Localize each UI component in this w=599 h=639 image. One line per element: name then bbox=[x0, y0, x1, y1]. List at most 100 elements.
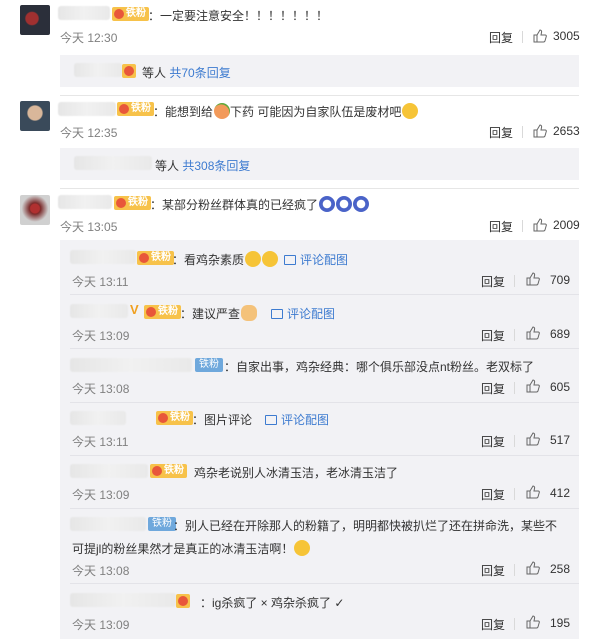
reply-time: 今天 13:08 bbox=[72, 564, 130, 578]
replies-summary-box: 等人 共308条回复 bbox=[60, 148, 579, 180]
reply-text: ：ig杀疯了 × 鸡杂杀疯了 ✓ bbox=[200, 596, 345, 610]
thumbs-up-icon[interactable] bbox=[526, 379, 540, 393]
divider bbox=[514, 488, 515, 500]
reply-text: ：看鸡杂素质 bbox=[172, 251, 279, 268]
fan-badge: 铁粉 bbox=[112, 7, 149, 21]
divider bbox=[70, 294, 579, 295]
crazy-face-emoji-icon bbox=[319, 196, 336, 212]
thumbs-up-icon[interactable] bbox=[526, 326, 540, 340]
fan-badge: 铁粉 bbox=[137, 251, 174, 265]
crazy-face-emoji-icon bbox=[336, 196, 353, 212]
thumbs-up-icon[interactable] bbox=[526, 561, 540, 575]
like-count: 412 bbox=[550, 486, 571, 500]
crying-face-emoji-icon bbox=[245, 251, 262, 267]
comment-text-part1: ：能想到给 bbox=[153, 105, 214, 119]
divider bbox=[70, 583, 579, 584]
reply-button[interactable]: 回复 bbox=[481, 273, 505, 290]
summary-prefix: 等人 bbox=[155, 159, 183, 173]
divider bbox=[514, 382, 515, 394]
reply-button[interactable]: 回复 bbox=[481, 616, 505, 633]
username[interactable] bbox=[70, 464, 148, 478]
reply-text-line2: 可提jl的粉丝果然才是真正的冰清玉洁啊！ bbox=[72, 540, 311, 557]
divider bbox=[514, 329, 515, 341]
reply-time: 今天 13:11 bbox=[72, 435, 129, 449]
like-count: 258 bbox=[550, 562, 571, 576]
nested-replies-box: 铁粉 ：看鸡杂素质 评论配图 今天 13:11 回复 709 V 铁粉 ：建议严… bbox=[60, 240, 579, 639]
divider bbox=[70, 348, 579, 349]
username[interactable] bbox=[70, 593, 176, 607]
avatar[interactable] bbox=[20, 195, 50, 225]
reply-button[interactable]: 回复 bbox=[489, 29, 513, 46]
comment-image-link[interactable]: 评论配图 bbox=[284, 251, 348, 268]
username[interactable] bbox=[58, 102, 116, 116]
avatar[interactable] bbox=[20, 5, 50, 35]
comment-time: 今天 13:05 bbox=[60, 220, 118, 234]
comment-text: ：能想到给 下药 可能因为自家队伍是废材吧 bbox=[153, 103, 419, 120]
thumbs-up-icon[interactable] bbox=[526, 615, 540, 629]
username[interactable] bbox=[70, 358, 192, 372]
divider bbox=[522, 220, 523, 232]
summary-prefix: 等人 bbox=[142, 66, 170, 80]
reply-button[interactable]: 回复 bbox=[481, 486, 505, 503]
divider bbox=[60, 188, 579, 189]
reply-text-content: 可提jl的粉丝果然才是真正的冰清玉洁啊！ bbox=[72, 542, 294, 556]
divider bbox=[514, 435, 515, 447]
comment-image-link[interactable]: 评论配图 bbox=[265, 411, 329, 428]
comment-text-part1: ：某部分粉丝群体真的已经疯了 bbox=[150, 198, 319, 212]
username[interactable] bbox=[70, 517, 146, 531]
reply-button[interactable]: 回复 bbox=[481, 562, 505, 579]
replies-summary-box: 等人 共70条回复 bbox=[60, 55, 579, 87]
divider bbox=[514, 564, 515, 576]
crying-face-emoji-icon bbox=[262, 251, 279, 267]
divider bbox=[60, 95, 579, 96]
thumbs-up-icon[interactable] bbox=[526, 272, 540, 286]
username[interactable] bbox=[74, 63, 122, 77]
view-replies-link[interactable]: 共308条回复 bbox=[182, 159, 250, 173]
reply-time: 今天 13:09 bbox=[72, 329, 130, 343]
fan-badge: 铁粉 bbox=[114, 196, 151, 210]
reply-time: 今天 13:09 bbox=[72, 488, 130, 502]
username[interactable] bbox=[70, 250, 136, 264]
username[interactable] bbox=[74, 156, 152, 170]
reply-button[interactable]: 回复 bbox=[481, 327, 505, 344]
username[interactable] bbox=[70, 411, 126, 425]
reply-button[interactable]: 回复 bbox=[489, 218, 513, 235]
comment-image-label: 评论配图 bbox=[300, 253, 349, 267]
image-icon bbox=[271, 309, 283, 319]
username[interactable] bbox=[58, 195, 112, 209]
comment-image-link[interactable]: 评论配图 bbox=[271, 305, 335, 322]
fan-badge: 铁粉 bbox=[195, 358, 223, 372]
like-count: 517 bbox=[550, 433, 571, 447]
reply-summary[interactable]: 等人 共308条回复 bbox=[155, 157, 250, 174]
comment-image-label: 评论配图 bbox=[281, 413, 330, 427]
reply-button[interactable]: 回复 bbox=[489, 124, 513, 141]
like-count: 709 bbox=[550, 273, 571, 287]
fan-badge: 铁粉 bbox=[150, 464, 187, 478]
view-replies-link[interactable]: 共70条回复 bbox=[169, 66, 230, 80]
like-count: 689 bbox=[550, 327, 571, 341]
divider bbox=[70, 508, 579, 509]
reply-summary[interactable]: 等人 共70条回复 bbox=[142, 64, 231, 81]
reply-text: ：自家出事，鸡杂经典：哪个俱乐部没点nt粉丝。老双标了 bbox=[224, 360, 535, 374]
reply-button[interactable]: 回复 bbox=[481, 433, 505, 450]
comment-time: 今天 12:30 bbox=[60, 31, 118, 45]
divider bbox=[514, 275, 515, 287]
reply-text: ：别人已经在开除那人的粉籍了，明明都快被扒烂了还在拼命洗，某些不 bbox=[173, 519, 558, 533]
fan-badge bbox=[122, 64, 136, 78]
thumbs-up-icon[interactable] bbox=[533, 29, 547, 43]
crying-face-emoji-icon bbox=[294, 540, 311, 556]
thumbs-up-icon[interactable] bbox=[533, 218, 547, 232]
avatar[interactable] bbox=[20, 101, 50, 131]
reply-button[interactable]: 回复 bbox=[481, 380, 505, 397]
like-count: 2653 bbox=[553, 124, 580, 138]
thumbs-up-icon[interactable] bbox=[526, 432, 540, 446]
thumbs-up-icon[interactable] bbox=[526, 485, 540, 499]
reply-text-content: ：看鸡杂素质 bbox=[172, 253, 245, 267]
reply-text: ：建议严查 bbox=[180, 305, 258, 322]
thumbs-up-icon[interactable] bbox=[533, 124, 547, 138]
like-count: 605 bbox=[550, 380, 571, 394]
scared-face-emoji-icon bbox=[402, 103, 419, 119]
comment-text: ：一定要注意安全！！！！！！！ bbox=[148, 9, 329, 23]
username[interactable] bbox=[58, 6, 110, 20]
username[interactable] bbox=[70, 304, 128, 318]
